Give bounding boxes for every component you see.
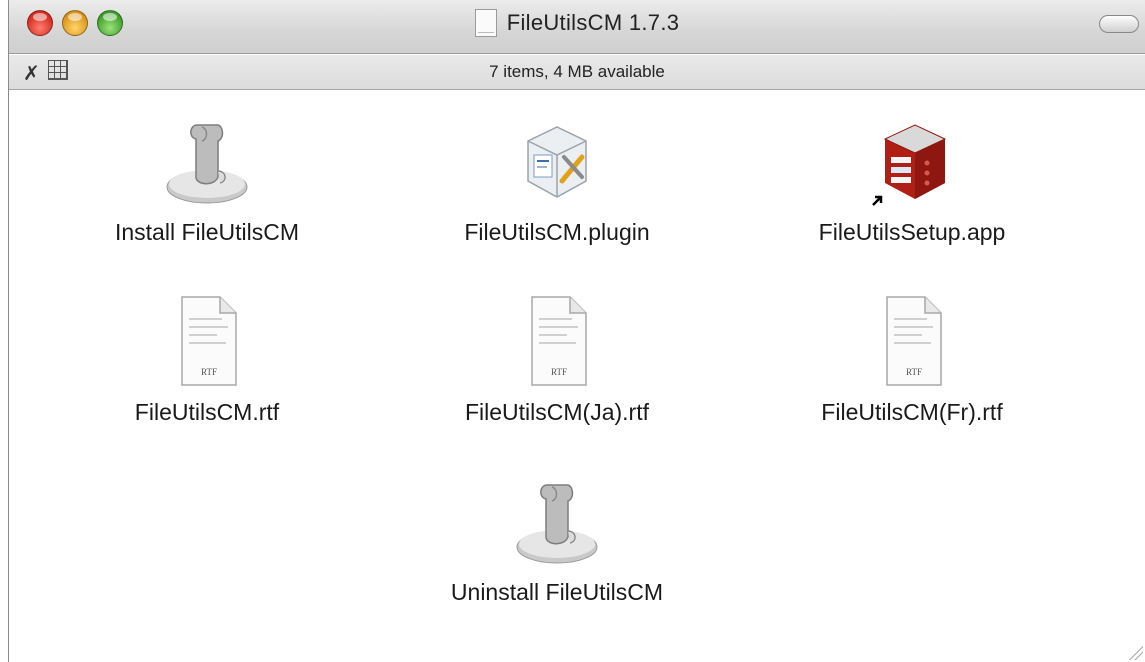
- file-item-rtf[interactable]: RTF FileUtilsCM.rtf: [67, 291, 347, 426]
- finder-window: FileUtilsCM 1.7.3 ✗ 7 items, 4 MB availa…: [8, 0, 1145, 662]
- file-item-uninstall[interactable]: Uninstall FileUtilsCM: [417, 471, 697, 606]
- rtf-badge: RTF: [201, 367, 217, 377]
- rtf-document-icon: RTF: [886, 296, 942, 386]
- status-bar: ✗ 7 items, 4 MB available: [9, 55, 1145, 90]
- file-label: FileUtilsCM.plugin: [464, 219, 650, 245]
- file-label: Install FileUtilsCM: [114, 219, 300, 245]
- file-label: Uninstall FileUtilsCM: [450, 579, 664, 605]
- icon-view: Install FileUtilsCM FileUtilsCM.plugin F…: [9, 91, 1145, 662]
- rtf-document-icon: RTF: [531, 296, 587, 386]
- file-item-rtf-ja[interactable]: RTF FileUtilsCM(Ja).rtf: [417, 291, 697, 426]
- file-label: FileUtilsCM(Fr).rtf: [821, 399, 1003, 425]
- rtf-badge: RTF: [551, 367, 567, 377]
- disk-image-icon[interactable]: [474, 9, 497, 37]
- file-item-setup-app[interactable]: FileUtilsSetup.app: [772, 111, 1052, 246]
- red-app-box-icon: [872, 124, 947, 206]
- file-label: FileUtilsCM.rtf: [134, 399, 280, 425]
- title-bar[interactable]: FileUtilsCM 1.7.3: [9, 0, 1145, 54]
- title-group: FileUtilsCM 1.7.3: [9, 9, 1145, 37]
- file-label: FileUtilsSetup.app: [818, 219, 1006, 245]
- window-title: FileUtilsCM 1.7.3: [506, 10, 680, 35]
- toolbar-toggle-button[interactable]: [1099, 15, 1139, 33]
- file-item-plugin[interactable]: FileUtilsCM.plugin: [417, 111, 697, 246]
- plugin-bundle-icon: [527, 126, 587, 198]
- file-item-rtf-fr[interactable]: RTF FileUtilsCM(Fr).rtf: [772, 291, 1052, 426]
- resize-handle[interactable]: [1127, 644, 1143, 660]
- rtf-document-icon: RTF: [181, 296, 237, 386]
- file-label: FileUtilsCM(Ja).rtf: [465, 399, 649, 425]
- status-text: 7 items, 4 MB available: [489, 62, 665, 81]
- rtf-badge: RTF: [906, 367, 922, 377]
- installer-script-icon: [166, 124, 248, 204]
- file-item-install[interactable]: Install FileUtilsCM: [67, 111, 347, 246]
- installer-script-icon: [516, 484, 598, 564]
